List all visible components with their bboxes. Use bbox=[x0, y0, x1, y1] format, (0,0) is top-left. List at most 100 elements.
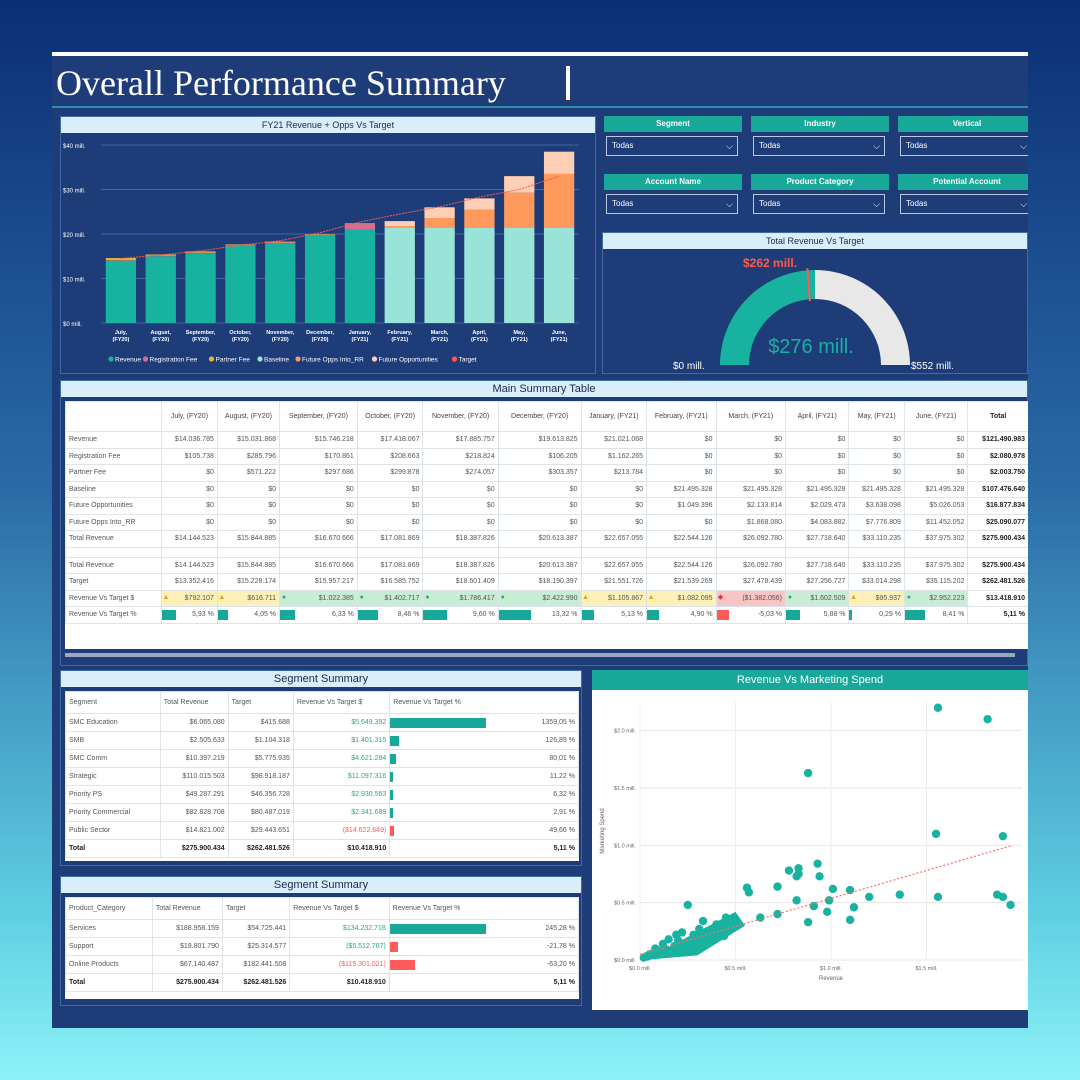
column-header[interactable]: Revenue Vs Target $ bbox=[289, 897, 390, 920]
scatter-point[interactable] bbox=[683, 900, 692, 910]
horizontal-scrollbar[interactable] bbox=[65, 653, 1015, 657]
column-header[interactable]: March, (FY21) bbox=[715, 401, 787, 432]
filter-dropdown[interactable]: Todas ⌵ bbox=[900, 136, 1028, 156]
column-header[interactable]: Revenue Vs Target % bbox=[388, 897, 579, 920]
scatter-panel[interactable]: Revenue Vs Marketing Spend $0.0 mill. $0.… bbox=[592, 670, 1028, 1010]
filter-dropdown[interactable]: Todas ⌵ bbox=[753, 194, 885, 214]
column-header[interactable]: January, (FY21) bbox=[580, 401, 648, 432]
filter-vertical[interactable]: Vertical Todas ⌵ bbox=[898, 116, 1028, 168]
filter-dropdown[interactable]: Todas ⌵ bbox=[606, 194, 738, 214]
column-header[interactable]: December, (FY20) bbox=[497, 401, 582, 432]
column-header[interactable]: July, (FY20) bbox=[161, 401, 218, 432]
scatter-point[interactable] bbox=[698, 916, 708, 926]
bar-segment[interactable] bbox=[464, 209, 495, 228]
bar-segment[interactable] bbox=[384, 227, 415, 323]
bar-segment[interactable] bbox=[504, 227, 535, 323]
column-header[interactable]: Target bbox=[227, 691, 294, 714]
column-header[interactable]: Target bbox=[221, 897, 291, 920]
scatter-point[interactable] bbox=[803, 917, 813, 927]
scatter-point[interactable] bbox=[895, 890, 904, 899]
bar-segment[interactable] bbox=[424, 217, 455, 228]
bar-segment[interactable] bbox=[145, 256, 176, 323]
bar-segment[interactable] bbox=[344, 229, 376, 323]
column-header[interactable]: Total Revenue bbox=[151, 897, 223, 920]
column-header[interactable]: Revenue Vs Target $ bbox=[292, 691, 391, 714]
bar-segment[interactable] bbox=[304, 235, 336, 323]
scatter-point[interactable] bbox=[865, 892, 874, 902]
bar-segment[interactable] bbox=[543, 227, 575, 323]
bar-segment[interactable] bbox=[265, 243, 296, 323]
bar-segment[interactable] bbox=[265, 242, 296, 244]
segment-summary-panel[interactable]: Segment Summary Segment Total Revenue Targ… bbox=[60, 670, 582, 866]
scatter-point[interactable] bbox=[773, 909, 782, 919]
bar-segment[interactable] bbox=[464, 227, 495, 323]
scatter-point[interactable] bbox=[933, 892, 943, 902]
filter-dropdown[interactable]: Todas ⌵ bbox=[606, 136, 738, 156]
bar-segment[interactable] bbox=[464, 198, 495, 210]
column-header[interactable]: Revenue Vs Target % bbox=[389, 691, 579, 714]
bar-segment[interactable] bbox=[424, 227, 455, 323]
bar-segment[interactable] bbox=[504, 192, 535, 228]
scatter-point[interactable] bbox=[721, 913, 731, 922]
column-header[interactable] bbox=[65, 401, 162, 432]
column-header[interactable]: Total Revenue bbox=[159, 691, 229, 714]
revenue-chart-panel[interactable]: FY21 Revenue + Opps Vs Target $0 mill. $1… bbox=[60, 116, 596, 374]
bar-segment[interactable] bbox=[384, 221, 415, 226]
column-header[interactable]: June, (FY21) bbox=[903, 401, 969, 432]
column-header[interactable]: Product_Category bbox=[65, 897, 153, 920]
filter-potential-account[interactable]: Potential Account Todas ⌵ bbox=[898, 174, 1028, 226]
column-header[interactable]: November, (FY20) bbox=[422, 401, 499, 432]
scatter-point[interactable] bbox=[998, 831, 1008, 841]
column-header[interactable]: May, (FY21) bbox=[848, 401, 905, 432]
scatter-point[interactable] bbox=[784, 866, 794, 875]
scatter-point[interactable] bbox=[933, 703, 943, 712]
scatter-point[interactable] bbox=[773, 882, 782, 891]
scatter-point[interactable] bbox=[792, 872, 801, 881]
scatter-point[interactable] bbox=[639, 953, 649, 962]
scatter-point[interactable] bbox=[845, 885, 855, 895]
scatter-point[interactable] bbox=[822, 907, 832, 917]
product-summary-panel[interactable]: Segment Summary Product_Category Total Re… bbox=[60, 876, 582, 1006]
column-header[interactable]: August, (FY20) bbox=[216, 401, 281, 432]
scatter-point[interactable] bbox=[813, 859, 822, 868]
bar-segment[interactable] bbox=[265, 241, 296, 243]
scatter-point[interactable] bbox=[828, 884, 838, 894]
scatter-point[interactable] bbox=[803, 768, 813, 778]
scatter-point[interactable] bbox=[931, 829, 941, 839]
filter-dropdown[interactable]: Todas ⌵ bbox=[900, 194, 1028, 214]
column-header[interactable]: Segment bbox=[65, 691, 161, 714]
column-header[interactable]: Total bbox=[967, 401, 1028, 432]
scatter-point[interactable] bbox=[689, 930, 698, 939]
product-summary-table[interactable]: Product_Category Total Revenue Target Reven… bbox=[65, 897, 579, 999]
scatter-point[interactable] bbox=[719, 931, 729, 941]
scatter-point[interactable] bbox=[998, 892, 1008, 902]
scatter-point[interactable] bbox=[756, 913, 765, 922]
filter-account-name[interactable]: Account Name Todas ⌵ bbox=[604, 174, 742, 226]
scatter-point[interactable] bbox=[845, 915, 855, 925]
column-header[interactable]: April, (FY21) bbox=[785, 401, 850, 432]
scatter-point[interactable] bbox=[712, 920, 721, 929]
gauge-panel[interactable]: Total Revenue Vs Target $276 mill. $262 m… bbox=[602, 232, 1028, 374]
column-header[interactable]: February, (FY21) bbox=[646, 401, 717, 432]
bar-segment[interactable] bbox=[504, 176, 535, 193]
scatter-point[interactable] bbox=[815, 872, 824, 881]
bar-segment[interactable] bbox=[384, 225, 415, 228]
scatter-point[interactable] bbox=[983, 715, 992, 724]
bar-segment[interactable] bbox=[543, 151, 575, 174]
bar-segment[interactable] bbox=[185, 253, 216, 323]
filter-product-category[interactable]: Product Category Todas ⌵ bbox=[751, 174, 889, 226]
scatter-point[interactable] bbox=[792, 896, 801, 905]
segment-summary-table[interactable]: Segment Total Revenue Target Revenue Vs Tar… bbox=[65, 691, 579, 861]
bar-segment[interactable] bbox=[344, 223, 376, 225]
scatter-point[interactable] bbox=[1006, 900, 1015, 910]
bar-segment[interactable] bbox=[105, 260, 137, 323]
filter-industry[interactable]: Industry Todas ⌵ bbox=[751, 116, 889, 168]
column-header[interactable]: September, (FY20) bbox=[279, 401, 358, 432]
scatter-point[interactable] bbox=[849, 903, 859, 912]
scatter-point[interactable] bbox=[744, 888, 754, 897]
bar-segment[interactable] bbox=[225, 245, 256, 323]
main-summary-table[interactable]: July, (FY20) August, (FY20) September, (FY… bbox=[65, 401, 1028, 649]
filter-segment[interactable]: Segment Todas ⌵ bbox=[604, 116, 742, 168]
bar-segment[interactable] bbox=[543, 173, 575, 228]
main-summary-panel[interactable]: Main Summary Table July, (FY20) August, (… bbox=[60, 380, 1028, 666]
